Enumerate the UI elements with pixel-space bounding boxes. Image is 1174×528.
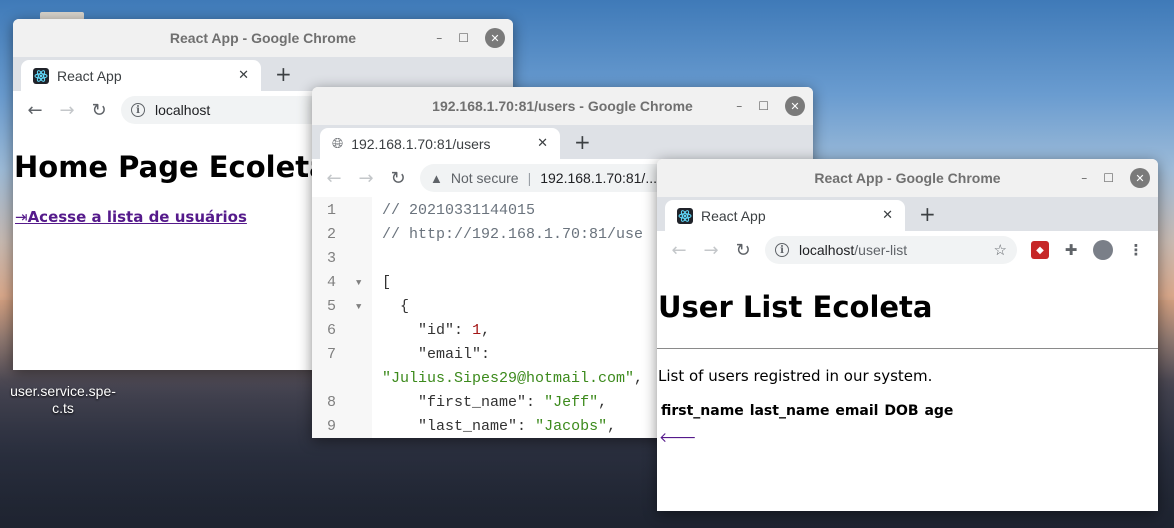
page-description: List of users registred in our system.	[658, 367, 933, 385]
back-icon[interactable]: ←	[19, 100, 51, 121]
reload-icon[interactable]: ↻	[83, 100, 115, 121]
line-number: 7	[326, 346, 336, 363]
tab-strip: React App ✕ +	[657, 197, 1158, 231]
maximize-icon[interactable]: ☐	[458, 31, 469, 45]
tab-title: React App	[701, 207, 766, 224]
browser-toolbar: ← → ↻ i localhost/user-list ☆ ◆ ✚ ⋮	[657, 231, 1158, 270]
forward-icon[interactable]: →	[51, 100, 83, 121]
arrow-left-icon[interactable]: 🡐︎	[659, 429, 697, 446]
line-number: 8	[326, 394, 336, 411]
users-list-link[interactable]: ⇥Acesse a lista de usuários	[15, 208, 247, 226]
desktop-file-label[interactable]: user.service.spe-c.ts	[4, 383, 122, 417]
info-icon[interactable]: i	[775, 243, 789, 257]
tab-close-icon[interactable]: ✕	[238, 68, 249, 83]
tab-react-app[interactable]: React App ✕	[21, 60, 261, 91]
window-title: React App - Google Chrome	[814, 170, 1001, 186]
sign-in-icon: ⇥	[15, 208, 28, 226]
globe-icon: 🌐︎	[332, 135, 344, 152]
link-label: Acesse a lista de usuários	[27, 208, 247, 226]
close-window-icon[interactable]: ✕	[485, 28, 505, 48]
divider	[657, 348, 1158, 349]
new-tab-icon[interactable]: +	[275, 64, 292, 84]
minimize-icon[interactable]: –	[736, 99, 742, 113]
fold-toggle-icon[interactable]: ▼	[356, 295, 361, 319]
page-title: Home Page Ecoleta	[14, 150, 329, 184]
address-bar[interactable]: i localhost/user-list ☆	[765, 236, 1017, 264]
column-header: first_name	[661, 403, 744, 419]
url-path: /user-list	[854, 242, 908, 258]
info-icon[interactable]: i	[131, 103, 145, 117]
line-number: 3	[326, 250, 336, 267]
tab-strip: React App ✕ +	[13, 57, 513, 91]
new-tab-icon[interactable]: +	[574, 132, 591, 152]
user-list-window: React App - Google Chrome – ☐ ✕ React Ap…	[657, 159, 1158, 511]
fold-toggle-icon[interactable]: ▼	[356, 271, 361, 295]
window-title: React App - Google Chrome	[169, 30, 357, 46]
tab-strip: 🌐︎ 192.168.1.70:81/users ✕ +	[312, 125, 813, 159]
code-text: {	[382, 298, 410, 315]
reload-icon[interactable]: ↻	[382, 168, 414, 189]
forward-icon[interactable]: →	[350, 168, 382, 189]
home-titlebar[interactable]: React App - Google Chrome – ☐ ✕	[13, 19, 513, 57]
minimize-icon[interactable]: –	[436, 31, 442, 45]
window-title: 192.168.1.70:81/users - Google Chrome	[432, 98, 693, 114]
tab-close-icon[interactable]: ✕	[882, 208, 893, 223]
tab-close-icon[interactable]: ✕	[537, 136, 548, 151]
reload-icon[interactable]: ↻	[727, 240, 759, 261]
column-header: last_name	[749, 403, 830, 419]
users-table-header: first_name last_name email DOB age	[661, 403, 953, 419]
code-text: "id": 1,	[418, 322, 491, 339]
security-label: Not secure	[450, 170, 519, 186]
page-title: User List Ecoleta	[658, 290, 933, 324]
react-favicon-icon	[33, 67, 49, 84]
tab-react-app[interactable]: React App ✕	[665, 200, 905, 231]
extension-icon[interactable]: ◆	[1031, 241, 1049, 259]
url-host: localhost	[799, 242, 855, 258]
menu-icon[interactable]: ⋮	[1127, 241, 1145, 259]
column-header: email	[835, 403, 879, 419]
line-number: 2	[326, 226, 336, 243]
maximize-icon[interactable]: ☐	[1103, 171, 1114, 185]
close-window-icon[interactable]: ✕	[1130, 168, 1150, 188]
column-header: age	[924, 403, 954, 419]
url-text: localhost	[155, 102, 211, 118]
url-text: 192.168.1.70:81/...	[540, 170, 657, 186]
avatar[interactable]	[1093, 240, 1113, 260]
code-text: [	[382, 274, 392, 291]
code-text: "Julius.Sipes29@hotmail.com",	[382, 370, 644, 387]
new-tab-icon[interactable]: +	[919, 204, 936, 224]
separator: |	[527, 170, 532, 186]
code-text: "last_name": "Jacobs",	[418, 418, 617, 435]
minimize-icon[interactable]: –	[1081, 171, 1087, 185]
back-icon[interactable]: ←	[318, 168, 350, 189]
page-content: User List Ecoleta List of users registre…	[657, 269, 1158, 511]
react-favicon-icon	[677, 207, 693, 224]
forward-icon[interactable]: →	[695, 240, 727, 261]
code-text: // http://192.168.1.70:81/use	[382, 226, 644, 243]
column-header: DOB	[884, 403, 919, 419]
line-number: 5	[326, 298, 336, 315]
star-icon[interactable]: ☆	[994, 241, 1007, 259]
maximize-icon[interactable]: ☐	[758, 99, 769, 113]
line-number: 6	[326, 322, 336, 339]
code-text: "first_name": "Jeff",	[418, 394, 608, 411]
back-icon[interactable]: ←	[663, 240, 695, 261]
json-titlebar[interactable]: 192.168.1.70:81/users - Google Chrome – …	[312, 87, 813, 125]
userlist-titlebar[interactable]: React App - Google Chrome – ☐ ✕	[657, 159, 1158, 197]
puzzle-icon[interactable]: ✚	[1062, 241, 1080, 259]
close-window-icon[interactable]: ✕	[785, 96, 805, 116]
tab-title: React App	[57, 67, 122, 84]
warning-icon: ▲	[430, 170, 443, 186]
tab-title: 192.168.1.70:81/users	[351, 135, 491, 152]
line-number: 4	[326, 274, 336, 291]
code-text: "email":	[418, 346, 491, 363]
tab-users-json[interactable]: 🌐︎ 192.168.1.70:81/users ✕	[320, 128, 560, 159]
code-text: // 20210331144015	[382, 202, 536, 219]
line-number: 1	[326, 202, 336, 219]
line-number: 9	[326, 418, 336, 435]
